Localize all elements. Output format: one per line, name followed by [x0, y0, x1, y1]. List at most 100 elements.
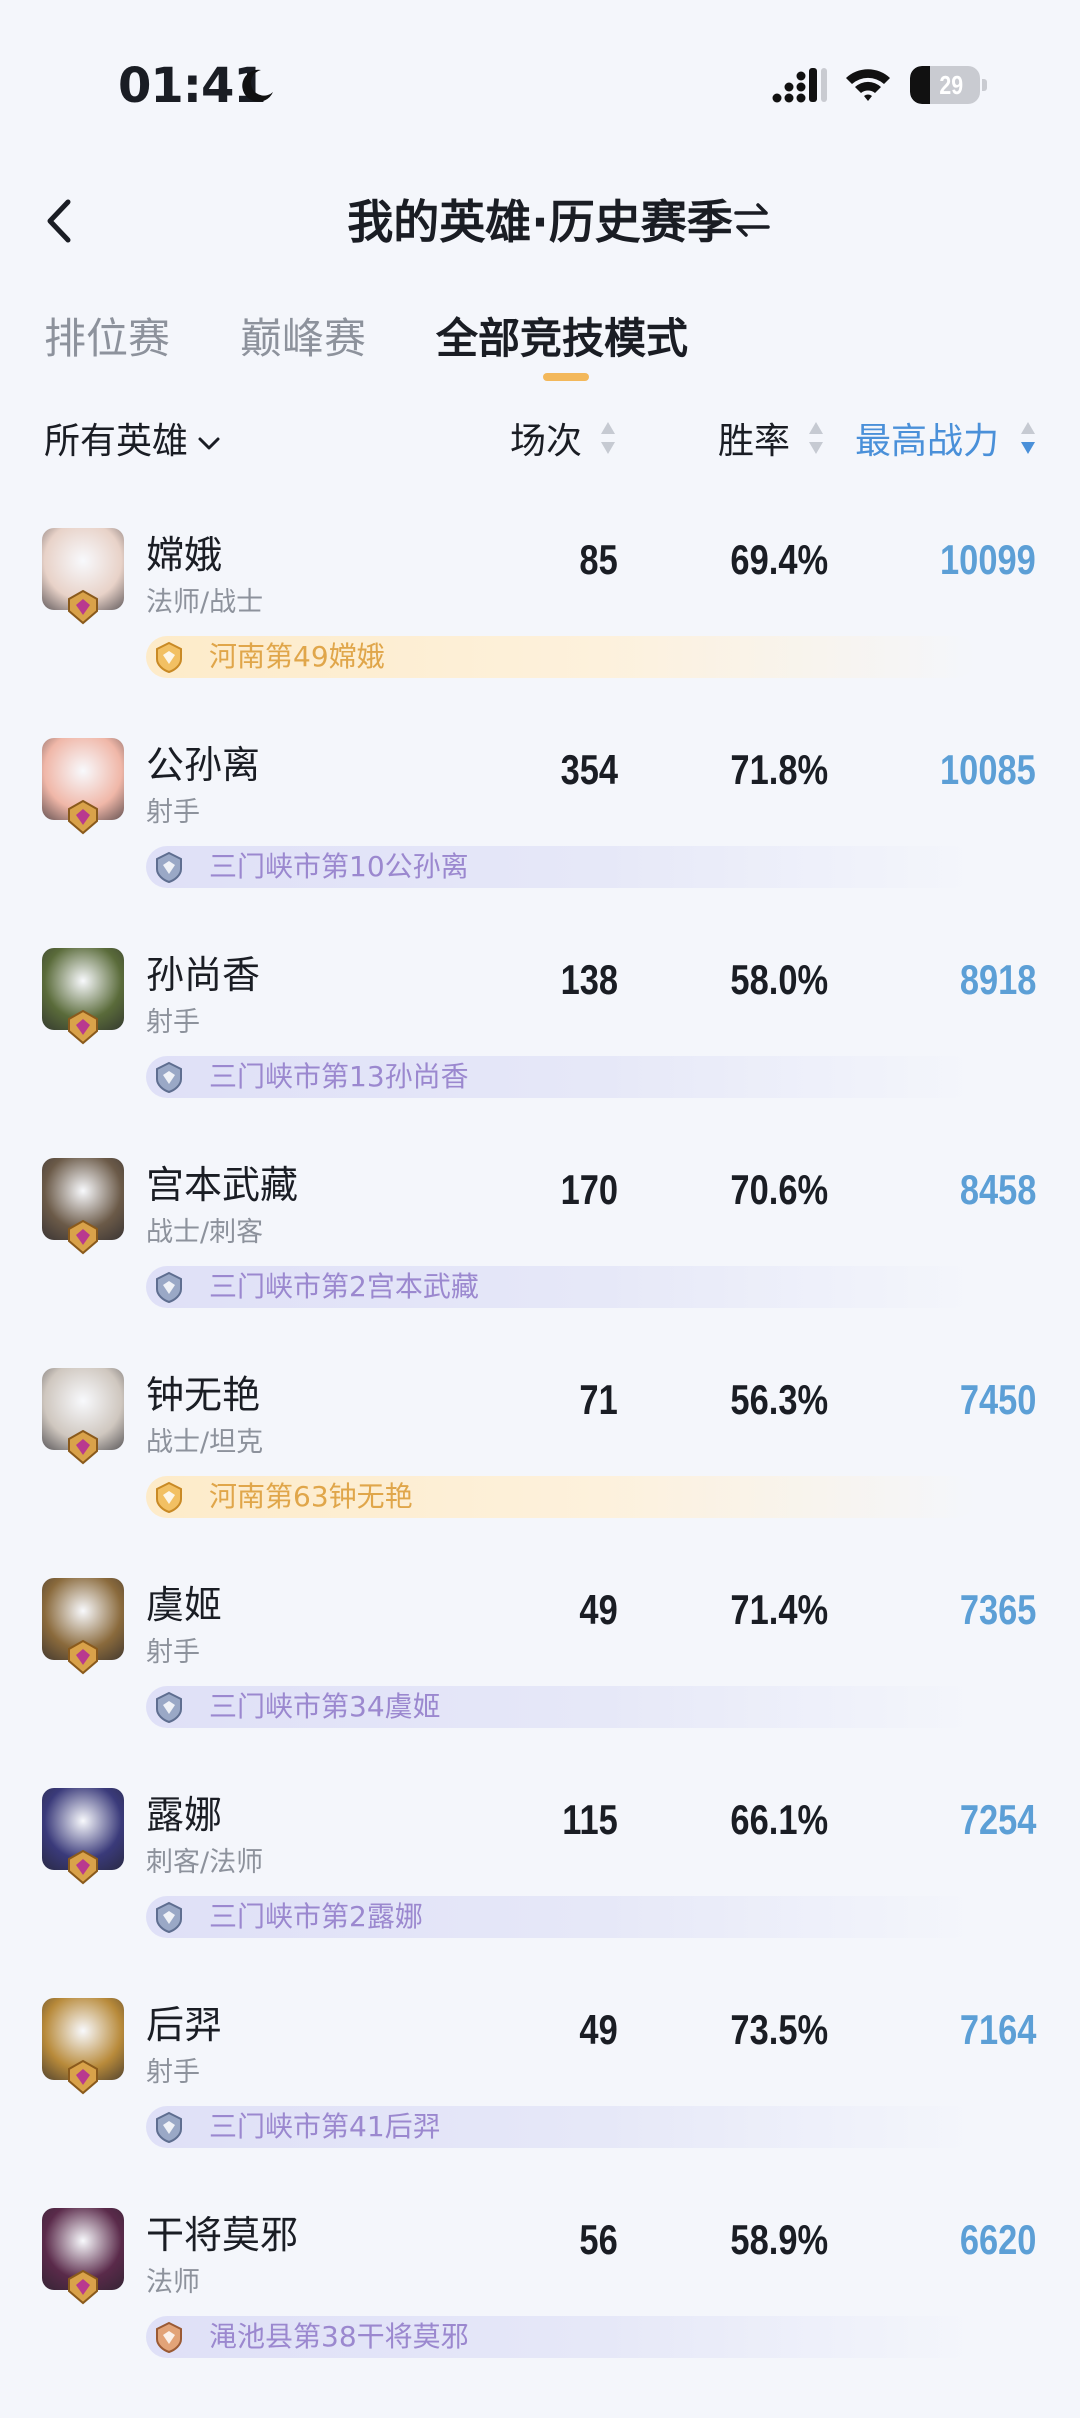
- rank-title-badge[interactable]: 渑池县第38干将莫邪: [146, 2316, 976, 2358]
- sort-win-rate-header[interactable]: 胜率: [718, 412, 790, 464]
- tab-all-modes[interactable]: 全部竞技模式: [436, 305, 688, 366]
- rank-title-badge[interactable]: 三门峡市第41后羿: [146, 2106, 976, 2148]
- page-title: 我的英雄·历史赛季: [347, 195, 733, 249]
- win-rate: 58.9%: [730, 2216, 828, 2263]
- win-rate: 71.4%: [730, 1586, 828, 1633]
- games-count: 49: [579, 2006, 618, 2053]
- games-count: 49: [579, 1586, 618, 1633]
- rank-badge-icon: [156, 2111, 182, 2144]
- rank-title-badge[interactable]: 河南第63钟无艳: [146, 1476, 976, 1518]
- hero-role: 战士/坦克: [146, 1427, 264, 1458]
- hero-role: 法师: [146, 2267, 200, 2298]
- rank-title-text: 河南第49嫦娥: [209, 640, 385, 673]
- rank-title-text: 三门峡市第34虞姬: [209, 1690, 441, 1723]
- hero-role: 射手: [146, 2057, 200, 2088]
- moon-icon: [242, 69, 273, 102]
- games-count: 170: [560, 1166, 618, 1213]
- rank-badge-icon: [156, 1691, 182, 1724]
- max-power: 7254: [959, 1796, 1036, 1843]
- swap-icon[interactable]: [730, 198, 774, 242]
- rank-badge-icon: [156, 641, 182, 674]
- hero-row[interactable]: 露娜 刺客/法师 115 66.1% 7254 三门峡市第2露娜: [0, 1788, 1080, 1998]
- hero-role: 射手: [146, 1637, 200, 1668]
- cellular-signal-icon: [772, 68, 827, 103]
- rank-title-text: 渑池县第38干将莫邪: [209, 2320, 469, 2353]
- win-rate: 56.3%: [730, 1376, 828, 1423]
- win-rate: 69.4%: [730, 536, 828, 583]
- proficiency-medal-icon: [68, 1009, 98, 1045]
- sort-max-power-header[interactable]: 最高战力: [855, 412, 999, 464]
- rank-title-badge[interactable]: 三门峡市第10公孙离: [146, 846, 976, 888]
- rank-title-text: 三门峡市第13孙尚香: [209, 1060, 469, 1093]
- max-power: 8918: [959, 956, 1036, 1003]
- hero-name: 钟无艳: [146, 1373, 261, 1417]
- rank-badge-icon: [156, 1271, 182, 1304]
- proficiency-medal-icon: [68, 2059, 98, 2095]
- rank-badge-icon: [156, 851, 182, 884]
- rank-title-badge[interactable]: 三门峡市第2露娜: [146, 1896, 976, 1938]
- hero-name: 嫦娥: [146, 533, 223, 577]
- hero-row[interactable]: 钟无艳战士/坦克 71 56.3% 7450 河南第63钟无艳: [0, 1368, 1080, 1578]
- rank-title-text: 三门峡市第10公孙离: [209, 850, 469, 883]
- rank-badge-icon: [156, 1481, 182, 1514]
- proficiency-medal-icon: [68, 1639, 98, 1675]
- max-power: 6620: [959, 2216, 1036, 2263]
- hero-row[interactable]: 宫本武藏战士/刺客 170 70.6% 8458 三门峡市第2宫本武藏: [0, 1158, 1080, 1368]
- hero-name: 露娜: [146, 1793, 223, 1837]
- games-count: 354: [560, 746, 618, 793]
- max-power: 7450: [959, 1376, 1036, 1423]
- proficiency-medal-icon: [68, 799, 98, 835]
- hero-name: 孙尚香: [146, 953, 261, 997]
- hero-role: 刺客/法师: [146, 1847, 264, 1878]
- rank-title-text: 三门峡市第2宫本武藏: [209, 1270, 479, 1303]
- hero-row[interactable]: 孙尚香 射手 138 58.0% 8918 三门峡市第13孙尚香: [0, 948, 1080, 1158]
- rank-title-text: 河南第63钟无艳: [209, 1480, 413, 1513]
- sort-games-header[interactable]: 场次: [510, 412, 582, 464]
- hero-name: 后羿: [146, 2003, 223, 2047]
- max-power: 7164: [959, 2006, 1036, 2053]
- wifi-icon: [846, 69, 890, 101]
- tab-ranked[interactable]: 排位赛: [44, 305, 170, 366]
- rank-title-badge[interactable]: 三门峡市第13孙尚香: [146, 1056, 976, 1098]
- win-rate: 73.5%: [730, 2006, 828, 2053]
- hero-row[interactable]: 嫦娥 法师/战士 85 69.4% 10099 河南第49嫦娥: [0, 528, 1080, 738]
- rank-title-badge[interactable]: 河南第49嫦娥: [146, 636, 976, 678]
- hero-row[interactable]: 干将莫邪 法师 56 58.9% 6620 渑池县第38干将莫邪: [0, 2208, 1080, 2418]
- hero-row[interactable]: 公孙离射手 354 71.8% 10085 三门峡市第10公孙离: [0, 738, 1080, 948]
- proficiency-medal-icon: [68, 589, 98, 625]
- hero-filter-label: 所有英雄: [44, 421, 189, 462]
- proficiency-medal-icon: [68, 1219, 98, 1255]
- hero-name: 公孙离: [146, 743, 261, 787]
- sort-icon: [601, 422, 615, 454]
- rank-title-badge[interactable]: 三门峡市第2宫本武藏: [146, 1266, 976, 1308]
- proficiency-medal-icon: [68, 1849, 98, 1885]
- battery-level: 29: [939, 70, 964, 100]
- rank-title-text: 三门峡市第2露娜: [209, 1900, 423, 1933]
- chevron-down-icon: [198, 437, 220, 450]
- hero-row[interactable]: 虞姬射手 49 71.4% 7365 三门峡市第34虞姬: [0, 1578, 1080, 1788]
- hero-role: 射手: [146, 1007, 200, 1038]
- games-count: 71: [579, 1376, 618, 1423]
- hero-name: 虞姬: [146, 1583, 223, 1627]
- rank-badge-icon: [156, 1901, 182, 1934]
- hero-name: 宫本武藏: [146, 1163, 299, 1207]
- hero-name: 干将莫邪: [146, 2213, 299, 2257]
- rank-badge-icon: [156, 2321, 182, 2354]
- tab-indicator: [543, 373, 589, 381]
- proficiency-medal-icon: [68, 1429, 98, 1465]
- sort-icon: [809, 422, 823, 454]
- win-rate: 71.8%: [730, 746, 828, 793]
- win-rate: 66.1%: [730, 1796, 828, 1843]
- proficiency-medal-icon: [68, 2269, 98, 2305]
- hero-filter-dropdown[interactable]: 所有英雄: [44, 412, 222, 464]
- max-power: 10085: [940, 746, 1036, 793]
- tab-peak[interactable]: 巅峰赛: [240, 305, 366, 366]
- win-rate: 70.6%: [730, 1166, 828, 1213]
- hero-role: 战士/刺客: [146, 1217, 264, 1248]
- max-power: 8458: [959, 1166, 1036, 1213]
- hero-row[interactable]: 后羿射手 49 73.5% 7164 三门峡市第41后羿: [0, 1998, 1080, 2208]
- games-count: 138: [560, 956, 618, 1003]
- hero-role: 射手: [146, 797, 200, 828]
- max-power: 7365: [959, 1586, 1036, 1633]
- rank-title-badge[interactable]: 三门峡市第34虞姬: [146, 1686, 976, 1728]
